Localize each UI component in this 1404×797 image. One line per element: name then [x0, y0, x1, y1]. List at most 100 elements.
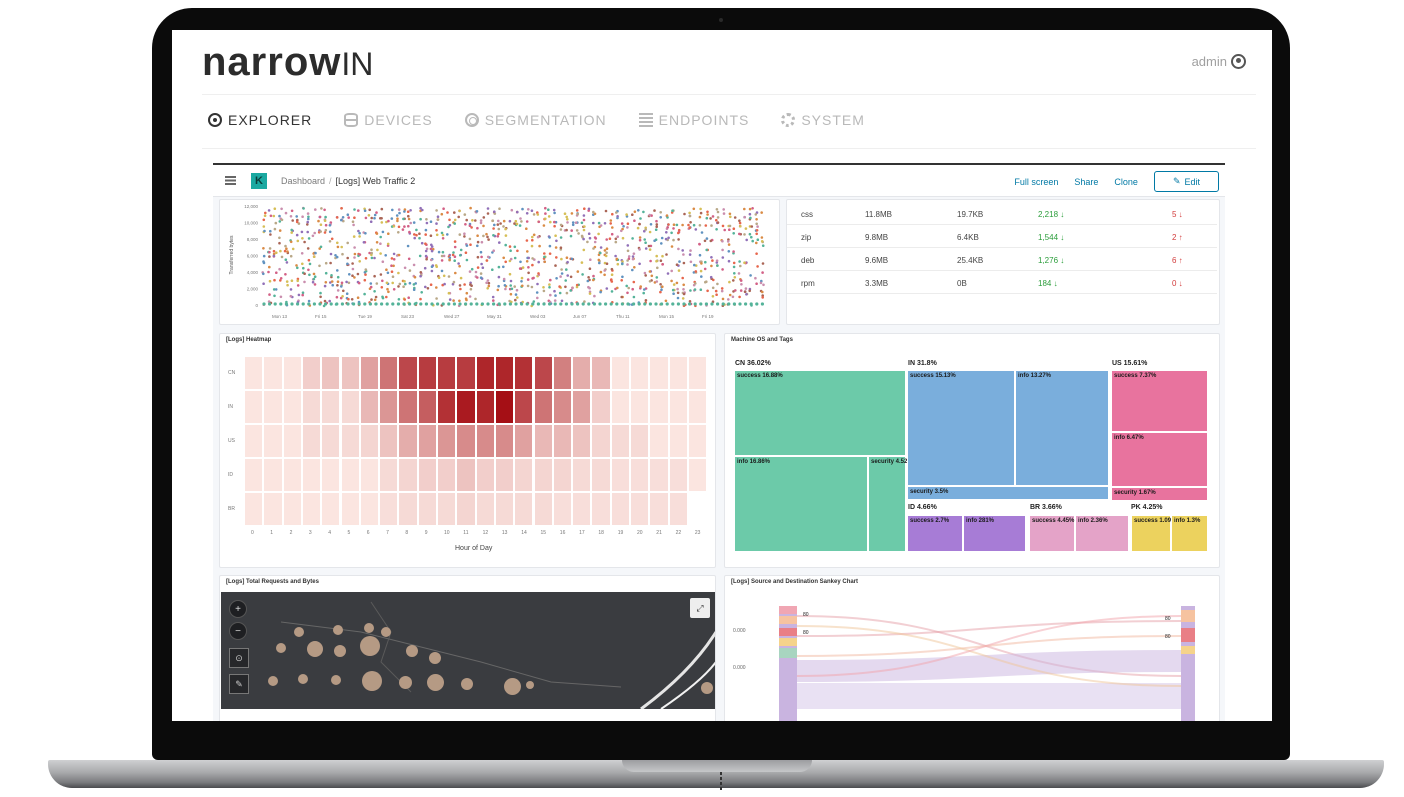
- menu-icon[interactable]: [225, 176, 236, 185]
- heatmap-cell[interactable]: [282, 458, 302, 492]
- heatmap-cell[interactable]: [321, 356, 341, 390]
- heatmap-cell[interactable]: [263, 458, 283, 492]
- user-menu[interactable]: admin: [1192, 54, 1246, 69]
- breadcrumb-root[interactable]: Dashboard: [281, 176, 325, 186]
- heatmap-cell[interactable]: [282, 492, 302, 526]
- map-bubble[interactable]: [294, 627, 304, 637]
- heatmap-cell[interactable]: [321, 424, 341, 458]
- heatmap-cell[interactable]: [263, 424, 283, 458]
- map-bubble[interactable]: [461, 678, 473, 690]
- heatmap-cell[interactable]: [591, 390, 611, 424]
- heatmap-cell[interactable]: [340, 356, 360, 390]
- fit-bounds-icon[interactable]: ⊙: [229, 648, 249, 668]
- heatmap-cell[interactable]: [244, 424, 264, 458]
- heatmap-cell[interactable]: [437, 458, 457, 492]
- heatmap-cell[interactable]: [649, 356, 669, 390]
- heatmap-cell[interactable]: [282, 390, 302, 424]
- heatmap-cell[interactable]: [437, 356, 457, 390]
- heatmap-cell[interactable]: [244, 390, 264, 424]
- heatmap-cell[interactable]: [475, 458, 495, 492]
- heatmap-cell[interactable]: [340, 424, 360, 458]
- treemap-cell[interactable]: info 1.3%: [1171, 515, 1208, 552]
- heatmap-cell[interactable]: [456, 458, 476, 492]
- treemap-cell[interactable]: info 16.86%: [734, 456, 868, 552]
- map-bubble[interactable]: [406, 645, 418, 657]
- heatmap-cell[interactable]: [301, 458, 322, 492]
- map-bubble[interactable]: [331, 675, 341, 685]
- heatmap-cell[interactable]: [456, 356, 476, 390]
- heatmap-cell[interactable]: [282, 356, 302, 390]
- heatmap-cell[interactable]: [398, 492, 418, 526]
- treemap-cell[interactable]: success 1.09%: [1131, 515, 1176, 552]
- heatmap-cell[interactable]: [321, 458, 341, 492]
- heatmap-cell[interactable]: [687, 424, 708, 458]
- heatmap-cell[interactable]: [379, 458, 399, 492]
- treemap-cell[interactable]: success 4.45%: [1029, 515, 1075, 552]
- heatmap-cell[interactable]: [244, 492, 264, 526]
- heatmap-cell[interactable]: [301, 492, 322, 526]
- heatmap-cell[interactable]: [649, 492, 669, 526]
- expand-icon[interactable]: ⤢: [690, 598, 710, 618]
- heatmap-cell[interactable]: [533, 390, 553, 424]
- heatmap-cell[interactable]: [398, 356, 418, 390]
- heatmap-cell[interactable]: [572, 424, 592, 458]
- map-bubble[interactable]: [429, 652, 441, 664]
- heatmap-cell[interactable]: [591, 458, 611, 492]
- heatmap-cell[interactable]: [398, 390, 418, 424]
- heatmap-cell[interactable]: [263, 356, 283, 390]
- heatmap-cell[interactable]: [475, 492, 495, 526]
- heatmap-cell[interactable]: [456, 424, 476, 458]
- heatmap-cell[interactable]: [591, 492, 611, 526]
- heatmap-cell[interactable]: [668, 390, 688, 424]
- narrowin-logo[interactable]: narrow IN: [202, 40, 373, 88]
- heatmap-cell[interactable]: [417, 390, 437, 424]
- heatmap-cell[interactable]: [359, 356, 380, 390]
- heatmap-cell[interactable]: [417, 458, 437, 492]
- share-link[interactable]: Share: [1074, 177, 1098, 187]
- heatmap-cell[interactable]: [514, 390, 534, 424]
- map-bubble[interactable]: [360, 636, 380, 656]
- heatmap-cell[interactable]: [552, 390, 573, 424]
- treemap-cell[interactable]: security 4.52%: [868, 456, 913, 552]
- heatmap-cell[interactable]: [649, 390, 669, 424]
- nav-explorer[interactable]: EXPLORER: [208, 112, 312, 128]
- heatmap-cell[interactable]: [533, 356, 553, 390]
- heatmap-cell[interactable]: [668, 458, 688, 492]
- heatmap-cell[interactable]: [514, 356, 534, 390]
- heatmap-cell[interactable]: [282, 424, 302, 458]
- kibana-logo-icon[interactable]: K: [251, 172, 267, 189]
- heatmap-cell[interactable]: [417, 492, 437, 526]
- table-row[interactable]: css 11.8MB 19.7KB 2,218 ↓ 5 ↓: [787, 202, 1217, 225]
- heatmap-cell[interactable]: [379, 390, 399, 424]
- zoom-in-icon[interactable]: +: [229, 600, 247, 618]
- map-bubble[interactable]: [307, 641, 323, 657]
- heatmap-cell[interactable]: [494, 356, 515, 390]
- table-row[interactable]: zip 9.8MB 6.4KB 1,544 ↓ 2 ↑: [787, 225, 1217, 248]
- heatmap-cell[interactable]: [572, 356, 592, 390]
- heatmap-cell[interactable]: [514, 492, 534, 526]
- nav-endpoints[interactable]: ENDPOINTS: [638, 112, 750, 128]
- zoom-out-icon[interactable]: −: [229, 622, 247, 640]
- heatmap-cell[interactable]: [630, 458, 650, 492]
- treemap-cell[interactable]: security 3.5%: [907, 486, 1109, 500]
- map-bubble[interactable]: [381, 627, 391, 637]
- map-bubble[interactable]: [364, 623, 374, 633]
- map-bubble[interactable]: [701, 682, 713, 694]
- heatmap-cell[interactable]: [494, 424, 515, 458]
- heatmap-cell[interactable]: [533, 492, 553, 526]
- heatmap-cell[interactable]: [379, 492, 399, 526]
- heatmap-cell[interactable]: [475, 390, 495, 424]
- heatmap-cell[interactable]: [340, 458, 360, 492]
- map-bubble[interactable]: [399, 676, 412, 689]
- treemap-cell[interactable]: info 6.47%: [1111, 432, 1208, 487]
- heatmap-cell[interactable]: [668, 356, 688, 390]
- heatmap-cell[interactable]: [301, 390, 322, 424]
- map-bubble[interactable]: [333, 625, 343, 635]
- full-screen-link[interactable]: Full screen: [1014, 177, 1058, 187]
- treemap-cell[interactable]: success 2.7%: [907, 515, 963, 552]
- heatmap-cell[interactable]: [263, 390, 283, 424]
- nav-segmentation[interactable]: SEGMENTATION: [464, 112, 607, 128]
- heatmap-cell[interactable]: [437, 492, 457, 526]
- map-bubble[interactable]: [268, 676, 278, 686]
- map-bubble[interactable]: [526, 681, 534, 689]
